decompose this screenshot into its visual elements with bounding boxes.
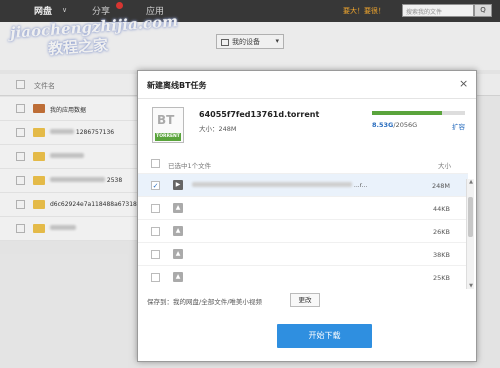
close-icon[interactable]: ×: [459, 77, 468, 90]
file-checkbox[interactable]: [151, 204, 160, 213]
torrent-file-row[interactable]: ▲ 25KB: [138, 265, 468, 288]
file-size: 248M: [431, 182, 450, 190]
image-icon: ▲: [173, 203, 183, 213]
storage-quota-text: 8.53G/2056G: [372, 121, 417, 129]
start-download-button[interactable]: 开始下载: [277, 324, 372, 348]
image-icon: ▲: [173, 272, 183, 282]
blurred-text: [192, 182, 352, 187]
file-select-header: 已选中1个文件 大小: [138, 155, 476, 173]
torrent-icon-text: BT: [157, 113, 175, 127]
scroll-up-icon[interactable]: ▲: [467, 179, 475, 185]
torrent-tag: TORRENT: [155, 133, 181, 141]
file-size: 44KB: [433, 205, 450, 213]
image-icon: ▲: [173, 249, 183, 259]
torrent-file-row[interactable]: ✓ ▶ ...r... 248M: [138, 173, 468, 196]
size-column-header: 大小: [438, 162, 451, 170]
select-all-files-checkbox[interactable]: [151, 159, 160, 168]
torrent-file-icon: BT TORRENT: [152, 107, 184, 143]
file-size: 38KB: [433, 251, 450, 259]
quota-total: /2056G: [393, 121, 418, 129]
dialog-title: 新建离线BT任务: [147, 81, 207, 90]
torrent-file-entry-name-visible: ...r...: [353, 182, 368, 189]
file-checkbox[interactable]: [151, 250, 160, 259]
storage-quota-bar: [372, 111, 465, 115]
quota-used: 8.53G: [372, 121, 394, 129]
save-location: 保存到：我的网盘/全部文件/唯美小视频: [147, 298, 262, 306]
storage-quota-fill: [372, 111, 442, 115]
file-list-scrollbar[interactable]: ▲ ▼: [466, 179, 474, 289]
file-checkbox[interactable]: [151, 273, 160, 282]
new-bt-task-dialog: 新建离线BT任务 × BT TORRENT 64055f7fed13761d.t…: [137, 70, 477, 362]
scrollbar-thumb[interactable]: [468, 197, 473, 237]
scroll-down-icon[interactable]: ▼: [467, 283, 475, 289]
change-location-button[interactable]: 更改: [290, 293, 320, 307]
torrent-file-name: 64055f7fed13761d.torrent: [199, 110, 320, 119]
file-size: 26KB: [433, 228, 450, 236]
expand-storage-link[interactable]: 扩容: [452, 121, 465, 131]
torrent-file-entry-name: ...r...: [192, 182, 367, 189]
file-checkbox[interactable]: [151, 227, 160, 236]
torrent-file-row[interactable]: ▲ 44KB: [138, 196, 468, 219]
file-checkbox-checked[interactable]: ✓: [151, 181, 160, 190]
video-icon: ▶: [173, 180, 183, 190]
image-icon: ▲: [173, 226, 183, 236]
divider: [138, 98, 476, 99]
torrent-file-size: 大小：248M: [199, 125, 237, 133]
selected-count: 已选中1个文件: [168, 162, 212, 170]
file-size: 25KB: [433, 274, 450, 282]
torrent-file-row[interactable]: ▲ 26KB: [138, 219, 468, 242]
torrent-file-row[interactable]: ▲ 38KB: [138, 242, 468, 265]
